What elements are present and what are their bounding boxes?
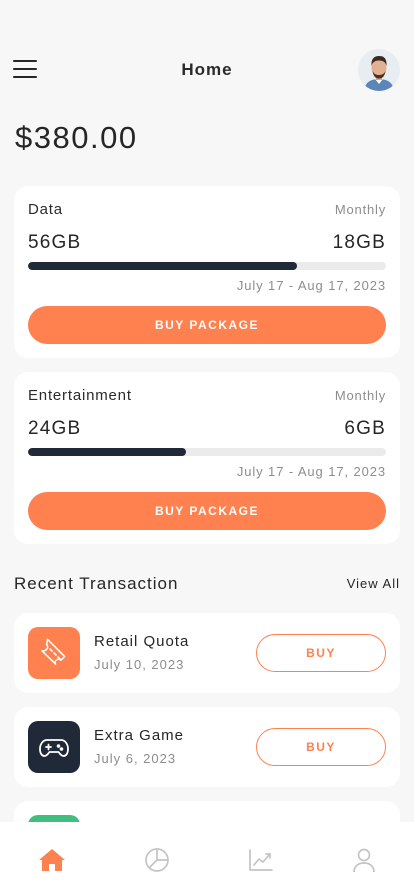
trend-chart-icon[interactable] bbox=[247, 846, 275, 874]
package-label: Data bbox=[28, 201, 63, 218]
transaction-item[interactable]: Extra Game July 6, 2023 BUY bbox=[14, 707, 400, 787]
buy-button[interactable]: BUY bbox=[256, 728, 386, 766]
bottom-nav bbox=[0, 822, 414, 896]
ticket-icon bbox=[28, 627, 80, 679]
home-icon[interactable] bbox=[38, 846, 66, 874]
buy-package-button[interactable]: BUY PACKAGE bbox=[28, 492, 386, 530]
section-title: Recent Transaction bbox=[14, 574, 179, 593]
transaction-name: Retail Quota bbox=[94, 633, 190, 650]
package-total: 56GB bbox=[28, 232, 82, 253]
transaction-name: Extra Game bbox=[94, 727, 185, 744]
avatar[interactable] bbox=[358, 49, 400, 91]
transaction-item[interactable]: Retail Quota July 10, 2023 BUY bbox=[14, 613, 400, 693]
view-all-link[interactable]: View All bbox=[347, 576, 400, 591]
package-remaining: 18GB bbox=[332, 232, 386, 253]
package-remaining: 6GB bbox=[344, 418, 386, 439]
package-total: 24GB bbox=[28, 418, 82, 439]
package-card-entertainment: Entertainment Monthly 24GB 6GB July 17 -… bbox=[14, 372, 400, 544]
package-card-data: Data Monthly 56GB 18GB July 17 - Aug 17,… bbox=[14, 186, 400, 358]
package-date-range: July 17 - Aug 17, 2023 bbox=[236, 278, 386, 293]
package-period: Monthly bbox=[334, 388, 386, 403]
gamepad-icon bbox=[28, 721, 80, 773]
home-screen: Home $380.00 Data Monthly 56GB 18GB July… bbox=[0, 0, 414, 896]
page-title: Home bbox=[181, 60, 233, 79]
pie-chart-icon[interactable] bbox=[143, 846, 171, 874]
package-label: Entertainment bbox=[28, 387, 132, 404]
package-date-range: July 17 - Aug 17, 2023 bbox=[236, 464, 386, 479]
package-progress-bar bbox=[28, 448, 386, 456]
buy-button[interactable]: BUY bbox=[256, 634, 386, 672]
balance-amount: $380.00 bbox=[15, 120, 138, 155]
package-progress-fill bbox=[28, 448, 186, 456]
package-progress-bar bbox=[28, 262, 386, 270]
buy-package-button[interactable]: BUY PACKAGE bbox=[28, 306, 386, 344]
profile-icon[interactable] bbox=[350, 846, 378, 874]
package-progress-fill bbox=[28, 262, 297, 270]
transaction-date: July 10, 2023 bbox=[94, 657, 185, 672]
avatar-image bbox=[358, 49, 400, 91]
transaction-date: July 6, 2023 bbox=[94, 751, 177, 766]
package-period: Monthly bbox=[334, 202, 386, 217]
